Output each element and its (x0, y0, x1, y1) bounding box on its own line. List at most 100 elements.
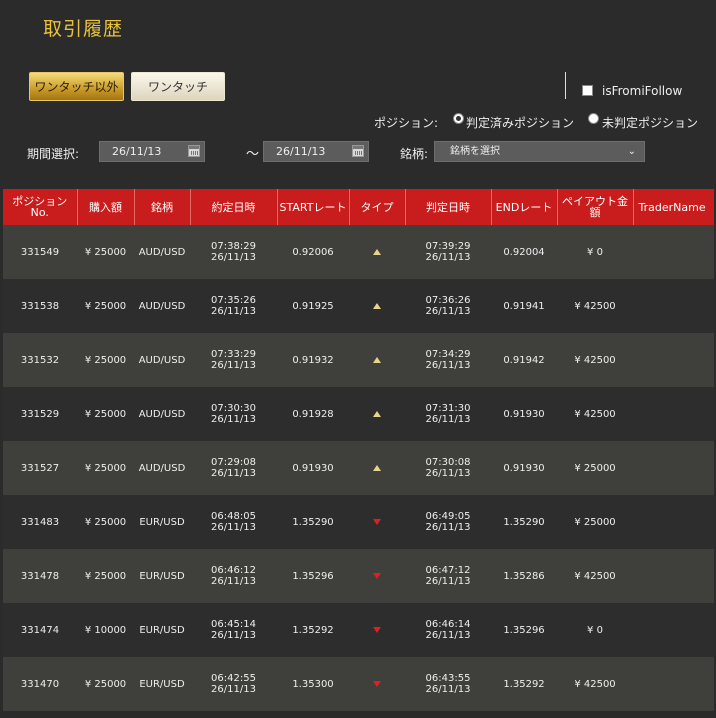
header-type[interactable]: タイプ (349, 189, 406, 225)
cell-position-no: 331532 (3, 333, 77, 387)
date-to-value: 26/11/13 (276, 145, 326, 158)
cell-exec-time: 06:46:12 (211, 565, 256, 576)
cell-type (349, 225, 405, 279)
cell-amount-value: ¥ 10000 (84, 624, 127, 636)
follow-checkbox[interactable] (582, 85, 593, 96)
cell-position-no: 331474 (3, 603, 77, 657)
header-start-rate[interactable]: STARTレート (277, 189, 350, 225)
down-arrow-icon (373, 626, 381, 633)
down-arrow-icon (373, 572, 381, 579)
cell-symbol: EUR/USD (134, 657, 190, 711)
cell-payout-value: ¥ 42500 (574, 570, 616, 582)
cell-exec: 07:35:26 26/11/13 (190, 279, 277, 333)
cell-end-rate: 0.91941 (491, 279, 557, 333)
table-row: 331532 ¥ 25000 AUD/USD 07:33:29 26/11/13 0.91… (3, 333, 714, 387)
cell-payout: ¥ 42500 (557, 333, 633, 387)
cell-type (349, 387, 405, 441)
cell-start-rate: 0.91928 (277, 387, 349, 441)
cell-symbol: AUD/USD (134, 333, 190, 387)
date-from-input[interactable]: 26/11/13 (99, 141, 205, 162)
cell-judge: 06:43:55 26/11/13 (405, 657, 491, 711)
cell-judge: 07:34:29 26/11/13 (405, 333, 491, 387)
cell-judge-date: 26/11/13 (425, 522, 471, 533)
settled-position-radio[interactable] (453, 113, 464, 124)
cell-position-no-value: 331527 (20, 462, 60, 474)
tab-non-onetouch[interactable]: ワンタッチ以外 (29, 72, 124, 101)
cell-exec: 06:46:12 26/11/13 (190, 549, 277, 603)
cell-judge-time: 06:46:14 (425, 619, 471, 630)
cell-payout: ¥ 0 (557, 603, 633, 657)
cell-position-no: 331470 (3, 657, 77, 711)
cell-judge-time: 06:43:55 (425, 673, 471, 684)
header-trader-name[interactable]: TraderName (633, 189, 714, 225)
cell-exec-date: 26/11/13 (211, 414, 256, 425)
symbol-select[interactable]: 銘柄を選択 ⌄ (434, 141, 645, 162)
cell-judge-time: 06:49:05 (425, 511, 471, 522)
cell-exec: 06:45:14 26/11/13 (190, 603, 277, 657)
cell-amount: ¥ 10000 (77, 603, 134, 657)
cell-type (349, 603, 405, 657)
cell-judge-date: 26/11/13 (425, 306, 471, 317)
cell-judge: 07:36:26 26/11/13 (405, 279, 491, 333)
tab-onetouch[interactable]: ワンタッチ (131, 72, 225, 101)
cell-position-no: 331527 (3, 441, 77, 495)
date-to-input[interactable]: 26/11/13 (263, 141, 369, 162)
header-amount[interactable]: 購入額 (77, 189, 135, 225)
cell-start-rate: 1.35290 (277, 495, 349, 549)
cell-end-rate-value: 0.91942 (503, 354, 545, 366)
cell-start-rate-value: 0.91930 (292, 462, 334, 474)
cell-judge: 06:47:12 26/11/13 (405, 549, 491, 603)
cell-end-rate: 0.92004 (491, 225, 557, 279)
cell-payout-value: ¥ 25000 (574, 516, 616, 528)
cell-symbol-value: EUR/USD (139, 624, 185, 636)
cell-type (349, 657, 405, 711)
symbol-select-value: 銘柄を選択 (450, 146, 500, 157)
cell-payout: ¥ 25000 (557, 495, 633, 549)
cell-exec-time: 06:48:05 (211, 511, 256, 522)
cell-type (349, 495, 405, 549)
unsettled-position-radio[interactable] (588, 113, 599, 124)
header-payout[interactable]: ペイアウト金額 (557, 189, 634, 225)
cell-start-rate-value: 0.91928 (292, 408, 334, 420)
header-exec-time[interactable]: 約定日時 (190, 189, 278, 225)
cell-end-rate-value: 0.91941 (503, 300, 545, 312)
cell-end-rate: 0.91930 (491, 441, 557, 495)
cell-trader-name (633, 333, 714, 387)
header-position-no[interactable]: ポジション No. (3, 189, 78, 225)
header-symbol[interactable]: 銘柄 (134, 189, 191, 225)
follow-checkbox-label: isFromiFollow (602, 84, 683, 98)
cell-payout-value: ¥ 0 (587, 624, 603, 636)
cell-end-rate-value: 0.91930 (503, 462, 545, 474)
cell-type (349, 333, 405, 387)
calendar-icon[interactable] (188, 145, 200, 157)
position-filter-label: ポジション: (374, 116, 439, 130)
header-end-rate[interactable]: ENDレート (491, 189, 558, 225)
cell-judge-date: 26/11/13 (425, 630, 471, 641)
symbol-label: 銘柄: (400, 147, 429, 161)
cell-type (349, 549, 405, 603)
period-label: 期間選択: (27, 147, 80, 161)
cell-start-rate-value: 1.35300 (292, 678, 334, 690)
cell-exec: 07:33:29 26/11/13 (190, 333, 277, 387)
cell-exec-date: 26/11/13 (211, 468, 256, 479)
cell-exec: 06:48:05 26/11/13 (190, 495, 277, 549)
cell-amount: ¥ 25000 (77, 657, 134, 711)
cell-symbol: AUD/USD (134, 387, 190, 441)
cell-symbol: AUD/USD (134, 225, 190, 279)
header-judge-time[interactable]: 判定日時 (405, 189, 492, 225)
cell-trader-name (633, 657, 714, 711)
cell-amount: ¥ 25000 (77, 495, 134, 549)
table-row: 331474 ¥ 10000 EUR/USD 06:45:14 26/11/13 1.35… (3, 603, 714, 657)
cell-start-rate-value: 0.91925 (292, 300, 334, 312)
cell-exec: 07:30:30 26/11/13 (190, 387, 277, 441)
cell-position-no-value: 331483 (20, 516, 60, 528)
cell-symbol-value: EUR/USD (139, 678, 185, 690)
cell-symbol: EUR/USD (134, 549, 190, 603)
cell-symbol-value: EUR/USD (139, 516, 185, 528)
cell-judge-date: 26/11/13 (425, 252, 471, 263)
cell-position-no-value: 331474 (20, 624, 60, 636)
calendar-icon[interactable] (352, 145, 364, 157)
cell-payout: ¥ 42500 (557, 657, 633, 711)
cell-symbol-value: AUD/USD (138, 246, 186, 258)
cell-symbol-value: EUR/USD (139, 570, 185, 582)
